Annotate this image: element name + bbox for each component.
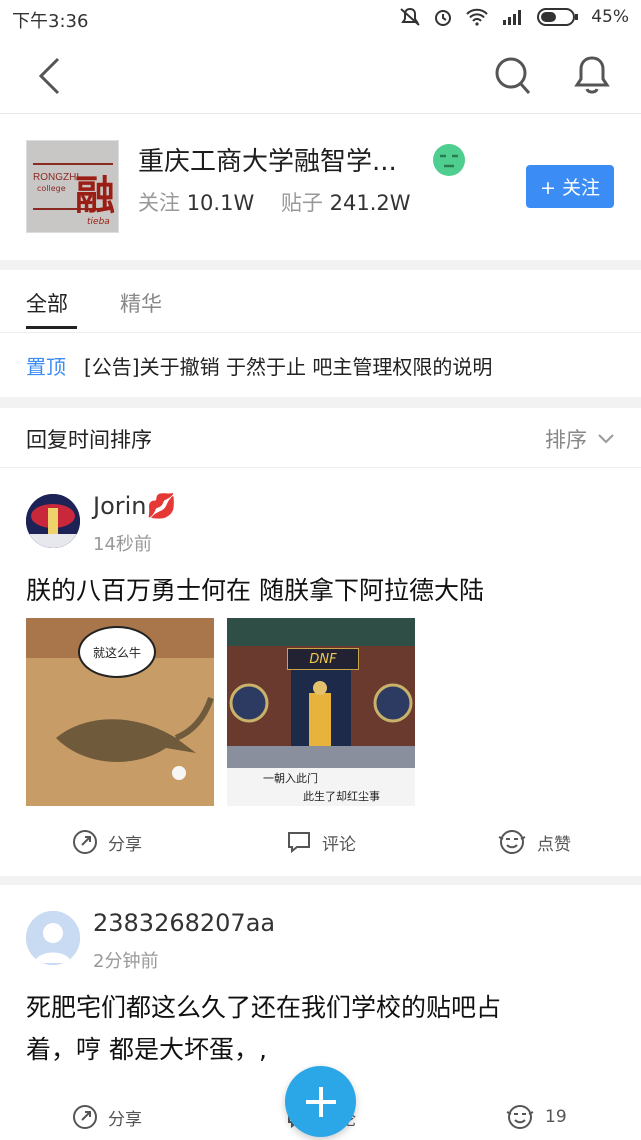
post-author[interactable]: 2383268207aa <box>93 909 275 937</box>
post-time: 2分钟前 <box>93 951 159 972</box>
new-post-button[interactable] <box>285 1066 356 1137</box>
post-author[interactable]: Jorin💋 <box>93 492 176 520</box>
tab-featured[interactable]: 精华 <box>120 288 162 318</box>
dnf-banner: DNF <box>287 648 359 670</box>
share-button[interactable]: 分享 <box>72 822 142 862</box>
status-icons: 45% <box>399 7 629 27</box>
sort-toggle[interactable]: 排序 <box>545 424 615 454</box>
post-card[interactable]: Jorin💋 14秒前 朕的八百万勇士何在 随朕拿下阿拉德大陆 就这么牛 DNF… <box>0 468 641 876</box>
sort-bar: 回复时间排序 排序 <box>0 408 641 468</box>
sort-mode-label: 回复时间排序 <box>26 428 152 452</box>
post-image-dnf[interactable]: DNF 一朝入此门 此生了却红尘事 <box>227 618 415 806</box>
avatar[interactable] <box>26 911 80 965</box>
battery-icon <box>537 8 579 26</box>
pinned-badge: 置顶 <box>26 355 66 379</box>
like-button[interactable]: 19 <box>505 1097 567 1137</box>
post-image-lizard[interactable]: 就这么牛 <box>26 618 214 806</box>
post-title-line2: 着，哼 都是大坏蛋，, <box>26 1035 267 1064</box>
alarm-icon <box>435 10 452 26</box>
signal-icon <box>503 10 522 25</box>
comment-button[interactable]: 评论 <box>286 822 356 862</box>
like-label: 点赞 <box>537 834 571 855</box>
logo-brand: tieba <box>87 217 110 227</box>
share-icon <box>73 830 97 854</box>
like-face-icon <box>498 830 526 854</box>
share-label: 分享 <box>108 1109 142 1130</box>
share-label: 分享 <box>108 834 142 855</box>
tab-all[interactable]: 全部 <box>26 288 68 318</box>
tab-active-indicator <box>26 326 77 329</box>
forum-logo[interactable]: RONGZHI college 融 tieba <box>26 140 119 233</box>
logo-text: RONGZHI <box>33 172 80 183</box>
share-button[interactable]: 分享 <box>72 1097 142 1137</box>
posts-count-label: 贴子 <box>280 191 323 215</box>
follow-count-label: 关注 <box>138 191 180 215</box>
avatar[interactable] <box>26 494 80 548</box>
post-title: 朕的八百万勇士何在 随朕拿下阿拉德大陆 <box>26 576 484 605</box>
pinned-title: [公告]关于撤销 于然于止 吧主管理权限的说明 <box>84 355 493 379</box>
status-time: 下午3:36 <box>12 11 89 32</box>
post-time: 14秒前 <box>93 534 152 555</box>
mute-icon <box>400 7 420 26</box>
follow-count: 10.1W <box>186 191 255 215</box>
share-icon <box>73 1105 97 1129</box>
battery-percent: 45% <box>591 7 629 27</box>
wifi-icon <box>466 8 488 26</box>
posts-count: 241.2W <box>329 191 411 215</box>
plus-icon <box>305 1086 336 1117</box>
image-caption-line2: 此生了却红尘事 <box>303 790 380 803</box>
forum-title: 重庆工商大学融智学... <box>138 147 397 177</box>
bell-icon[interactable] <box>574 54 610 96</box>
like-face-icon <box>506 1105 534 1129</box>
chevron-down-icon <box>598 434 614 444</box>
like-count: 19 <box>545 1107 567 1127</box>
back-arrow-icon[interactable] <box>36 56 62 96</box>
nav-bar <box>0 38 641 114</box>
tab-bar: 全部 精华 <box>0 270 641 333</box>
search-icon[interactable] <box>494 56 532 96</box>
like-button[interactable]: 点赞 <box>497 822 571 862</box>
logo-sub: college <box>37 184 66 193</box>
follow-button[interactable]: + 关注 <box>526 165 614 208</box>
logo-character: 融 <box>75 173 115 219</box>
level-face-icon <box>433 144 465 176</box>
sort-toggle-label: 排序 <box>545 428 587 452</box>
post-actions: 分享 评论 点赞 <box>0 822 641 862</box>
status-bar: 下午3:36 45% <box>0 0 641 38</box>
pinned-post[interactable]: 置顶 [公告]关于撤销 于然于止 吧主管理权限的说明 <box>0 333 641 397</box>
speech-bubble: 就这么牛 <box>78 626 156 678</box>
forum-stats: 关注 10.1W 贴子 241.2W <box>138 187 411 217</box>
comment-icon <box>288 832 310 854</box>
post-title-line1: 死肥宅们都这么久了还在我们学校的贴吧占 <box>26 993 502 1022</box>
comment-label: 评论 <box>322 834 356 855</box>
image-caption-line1: 一朝入此门 <box>263 772 318 785</box>
